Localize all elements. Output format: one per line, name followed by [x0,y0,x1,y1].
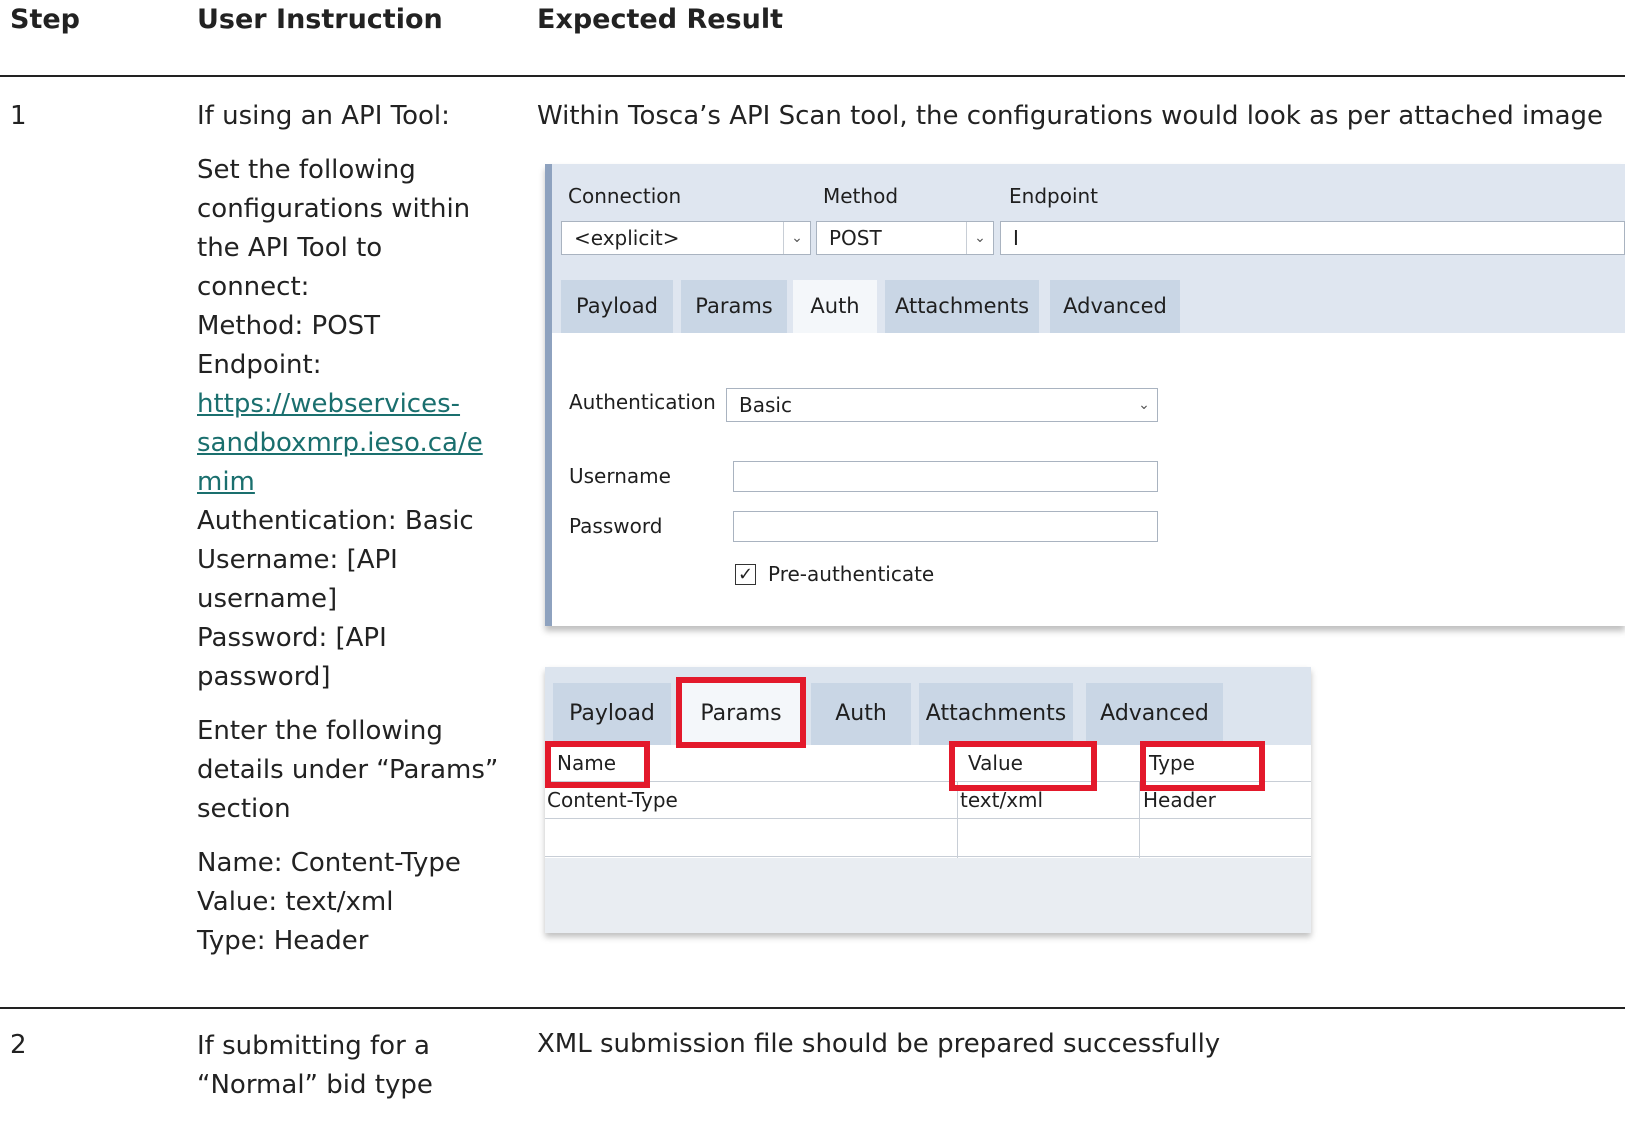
connection-label: Connection [568,184,682,208]
endpoint-link[interactable]: mim [197,463,498,502]
instruction-line: configurations within [197,194,471,224]
table-row-empty[interactable] [545,819,1311,857]
column-divider [1139,782,1140,858]
highlight-name-column [545,741,650,788]
tab-advanced[interactable]: Advanced [1050,280,1180,333]
method-dropdown[interactable]: POST ⌄ [816,221,994,255]
instruction-line: the API Tool to [197,233,383,263]
tab-params[interactable]: Params [681,280,787,333]
instruction-line: If using an API Tool: [197,101,450,131]
method-value: POST [829,226,882,250]
row-divider [0,1007,1625,1009]
row1-step-number: 1 [10,101,27,131]
connection-value: <explicit> [574,226,680,250]
instruction-line: Value: text/xml [197,887,394,917]
api-scan-auth-screenshot: Connection Method Endpoint <explicit> ⌄ … [545,164,1625,626]
row2-expected-result: XML submission file should be prepared s… [537,1029,1221,1059]
chevron-down-icon: ⌄ [783,222,810,254]
method-label: Method [823,184,899,208]
chevron-down-icon: ⌄ [1138,397,1150,413]
instruction-line: connect: [197,272,310,302]
instruction-line: Endpoint: [197,350,322,380]
column-divider [957,782,958,858]
checkmark-icon: ✓ [737,564,754,585]
connection-dropdown[interactable]: <explicit> ⌄ [561,221,811,255]
instruction-line: Method: POST [197,311,381,341]
chevron-down-icon: ⌄ [966,222,993,254]
endpoint-value: I [1013,226,1019,250]
highlight-type-column [1140,741,1265,791]
instruction-line: Password: [API [197,623,387,653]
authentication-value: Basic [739,393,792,417]
tab-attachments[interactable]: Attachments [885,280,1039,333]
tab-attachments[interactable]: Attachments [919,683,1073,745]
tab-auth[interactable]: Auth [793,280,877,333]
endpoint-input[interactable]: I [1000,221,1625,255]
tab-advanced[interactable]: Advanced [1086,683,1223,745]
row2-step-number: 2 [10,1030,27,1060]
header-user-instruction: User Instruction [197,4,443,35]
instruction-line: Enter the following [197,716,443,746]
row1-expected-result: Within Tosca’s API Scan tool, the config… [537,101,1604,131]
row1-instructions: If using an API Tool: Set the following … [197,97,498,961]
instruction-line: username] [197,584,338,614]
endpoint-link[interactable]: sandboxmrp.ieso.ca/e [197,424,498,463]
tab-payload[interactable]: Payload [553,683,671,745]
api-scan-params-screenshot: Payload Params Auth Attachments Advanced… [545,667,1311,933]
header-expected-result: Expected Result [537,4,784,35]
header-divider [0,75,1625,77]
authentication-dropdown[interactable]: Basic ⌄ [726,388,1158,422]
highlight-value-column [949,741,1097,791]
authentication-label: Authentication [569,390,716,414]
instruction-line: Set the following [197,155,416,185]
instruction-line: Username: [API [197,545,398,575]
tab-payload[interactable]: Payload [561,280,673,333]
row2-instructions: If submitting for a “Normal” bid type [197,1027,433,1105]
instruction-line: If submitting for a [197,1031,430,1061]
instruction-line: Authentication: Basic [197,506,474,536]
instruction-line: Name: Content-Type [197,848,461,878]
preauthenticate-label: Pre-authenticate [768,562,935,586]
username-field[interactable] [733,461,1158,492]
username-label: Username [569,464,671,488]
instruction-line: Type: Header [197,926,369,956]
endpoint-link[interactable]: https://webservices- [197,385,498,424]
password-field[interactable] [733,511,1158,542]
header-step: Step [10,4,80,35]
instruction-line: section [197,794,291,824]
instruction-line: “Normal” bid type [197,1070,433,1100]
tab-auth[interactable]: Auth [811,683,911,745]
instruction-line: details under “Params” [197,755,499,785]
highlight-params-tab [676,677,806,748]
preauthenticate-checkbox[interactable]: ✓ [735,564,756,585]
instruction-line: password] [197,662,331,692]
endpoint-label: Endpoint [1009,184,1099,208]
password-label: Password [569,514,663,538]
